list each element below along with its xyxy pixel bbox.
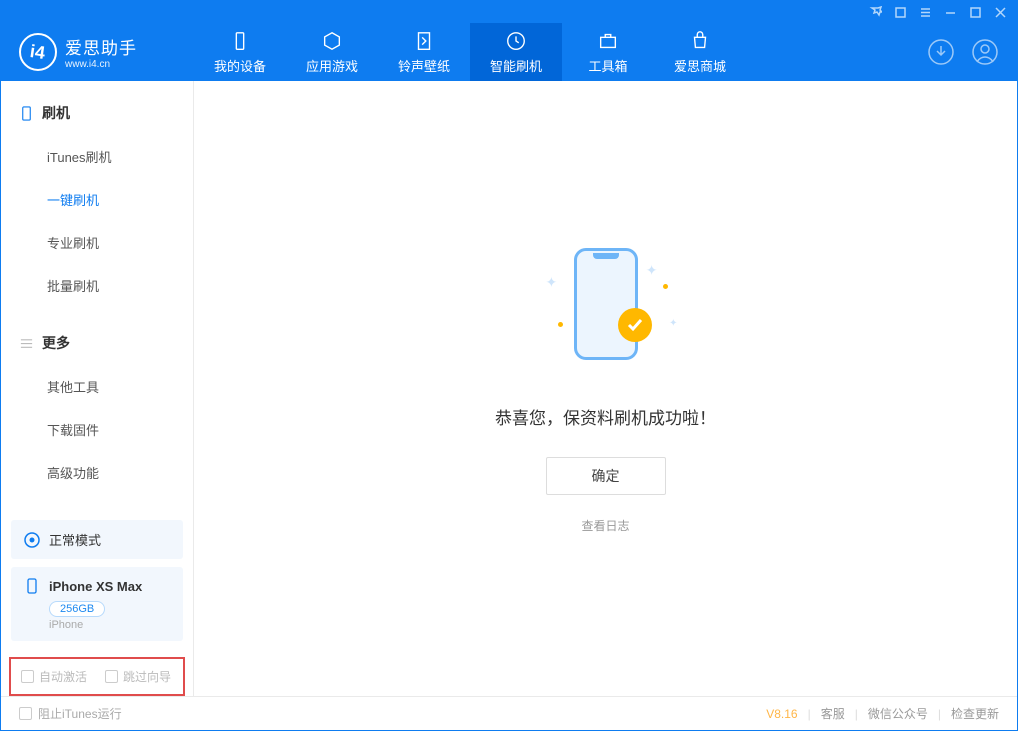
sidebar-item-download-firmware[interactable]: 下载固件 [1,408,193,451]
app-subtitle: www.i4.cn [65,59,137,70]
device-card[interactable]: iPhone XS Max 256GB iPhone [11,567,183,641]
checkbox-skip-guide[interactable]: 跳过向导 [105,668,171,685]
status-bar: 阻止iTunes运行 V8.16 | 客服 | 微信公众号 | 检查更新 [1,696,1017,730]
options-highlight: 自动激活 跳过向导 [9,657,185,696]
maximize-icon[interactable] [969,6,982,19]
window-titlebar [1,1,1017,23]
sidebar-section-more: 更多 [1,325,193,361]
nav-my-device[interactable]: 我的设备 [194,23,286,81]
close-icon[interactable] [994,6,1007,19]
nav-apps-games[interactable]: 应用游戏 [286,23,378,81]
nav-store[interactable]: 爱思商城 [654,23,746,81]
nav-toolbox[interactable]: 工具箱 [562,23,654,81]
menu-icon[interactable] [919,6,932,19]
footer-link-update[interactable]: 检查更新 [951,705,999,722]
app-title: 爱思助手 [65,34,137,59]
view-log-link[interactable]: 查看日志 [581,517,629,534]
version-label: V8.16 [766,707,797,721]
sidebar-item-advanced[interactable]: 高级功能 [1,451,193,494]
device-type: iPhone [49,619,171,631]
success-message: 恭喜您，保资料刷机成功啦！ [495,404,716,429]
skin-icon[interactable] [894,6,907,19]
success-illustration: ✦ ✦ ✦ [536,244,676,374]
ok-button[interactable]: 确定 [546,457,666,495]
sidebar-section-flash: 刷机 [1,95,193,131]
nav-ringtones[interactable]: 铃声壁纸 [378,23,470,81]
device-capacity: 256GB [49,601,105,617]
device-name: iPhone XS Max [49,579,142,594]
checkbox-auto-activate[interactable]: 自动激活 [21,668,87,685]
feedback-icon[interactable] [869,6,882,19]
sidebar-item-pro-flash[interactable]: 专业刷机 [1,221,193,264]
sidebar-item-batch-flash[interactable]: 批量刷机 [1,264,193,307]
sidebar-item-itunes-flash[interactable]: iTunes刷机 [1,135,193,178]
user-icon[interactable] [971,38,999,66]
minimize-icon[interactable] [944,6,957,19]
app-header: i4 爱思助手 www.i4.cn 我的设备 应用游戏 铃声壁纸 智能刷机 工具… [1,23,1017,81]
sidebar-item-other-tools[interactable]: 其他工具 [1,365,193,408]
nav-smart-flash[interactable]: 智能刷机 [470,23,562,81]
download-icon[interactable] [927,38,955,66]
mode-card[interactable]: 正常模式 [11,520,183,559]
sidebar-item-oneclick-flash[interactable]: 一键刷机 [1,178,193,221]
logo: i4 爱思助手 www.i4.cn [19,33,194,71]
sidebar: 刷机 iTunes刷机 一键刷机 专业刷机 批量刷机 更多 其他工具 下载固件 … [1,81,194,696]
check-icon [618,308,652,342]
footer-link-support[interactable]: 客服 [821,705,845,722]
footer-link-wechat[interactable]: 微信公众号 [868,705,928,722]
checkbox-block-itunes[interactable]: 阻止iTunes运行 [19,705,122,722]
main-nav: 我的设备 应用游戏 铃声壁纸 智能刷机 工具箱 爱思商城 [194,23,746,81]
main-content: ✦ ✦ ✦ 恭喜您，保资料刷机成功啦！ 确定 查看日志 [194,81,1017,696]
